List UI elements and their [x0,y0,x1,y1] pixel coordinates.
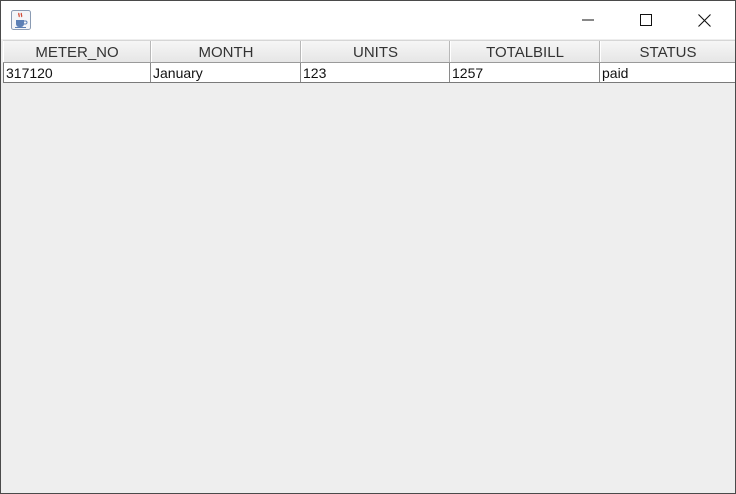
column-header-status[interactable]: STATUS [600,41,735,62]
maximize-button[interactable] [617,1,675,39]
table-cell[interactable]: 1257 [450,63,600,82]
table-body: 317120 January 123 1257 paid [3,63,735,83]
column-header-totalbill[interactable]: TOTALBILL [450,41,600,62]
table-cell[interactable]: paid [600,63,735,82]
table-header: METER_NO MONTH UNITS TOTALBILL STATUS [3,40,735,63]
column-header-meter-no[interactable]: METER_NO [3,41,151,62]
app-window: METER_NO MONTH UNITS TOTALBILL STATUS 31… [0,0,736,494]
close-icon [697,13,711,27]
maximize-icon [640,14,652,26]
table-cell[interactable]: 317120 [3,63,151,82]
close-button[interactable] [675,1,733,39]
bill-table[interactable]: METER_NO MONTH UNITS TOTALBILL STATUS 31… [3,40,735,83]
column-header-units[interactable]: UNITS [301,41,450,62]
column-header-month[interactable]: MONTH [151,41,301,62]
table-row[interactable]: 317120 January 123 1257 paid [3,63,735,83]
java-cup-icon[interactable] [11,10,31,30]
title-bar[interactable] [1,1,735,39]
minimize-icon [582,14,594,26]
table-cell[interactable]: January [151,63,301,82]
minimize-button[interactable] [559,1,617,39]
table-cell[interactable]: 123 [301,63,450,82]
